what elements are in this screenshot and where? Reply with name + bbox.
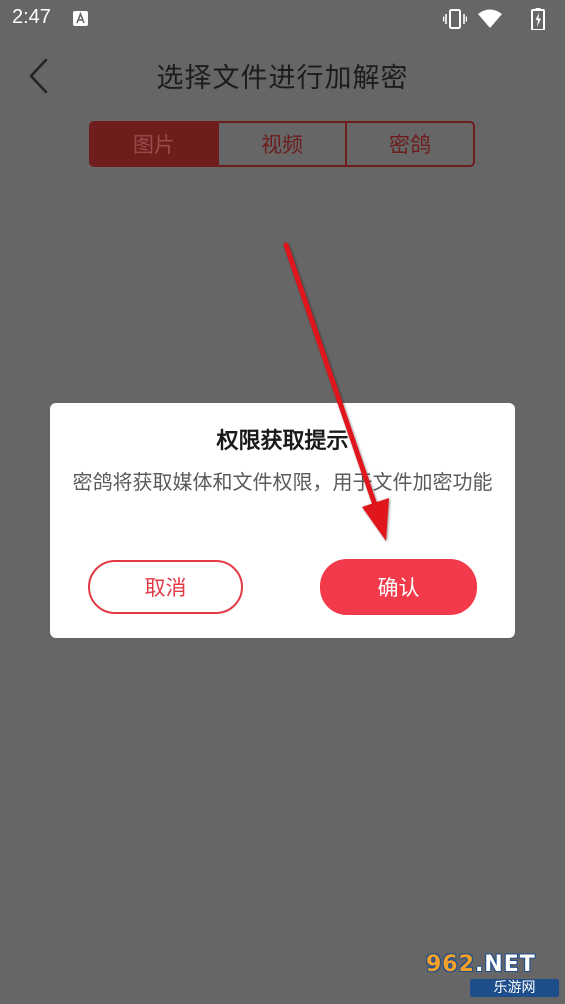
battery-icon: [531, 8, 545, 30]
site-watermark: 962.NET 乐游网: [426, 952, 559, 998]
status-bar: 2:47: [0, 0, 565, 38]
tab-migé[interactable]: 密鸽: [345, 123, 473, 165]
header: 选择文件进行加解密: [0, 38, 565, 114]
page-title: 选择文件进行加解密: [156, 63, 409, 94]
cancel-button[interactable]: 取消: [88, 560, 243, 614]
dialog-title: 权限获取提示: [216, 429, 349, 454]
watermark-logo: 962.NET: [426, 952, 536, 977]
vibrate-icon: [443, 9, 467, 29]
dialog-message: 密鸽将获取媒体和文件权限，用于文件加密功能: [72, 470, 493, 494]
tab-images[interactable]: 图片: [91, 123, 217, 165]
tab-videos[interactable]: 视频: [217, 123, 345, 165]
confirm-button[interactable]: 确认: [320, 559, 477, 615]
permission-dialog: 权限获取提示 密鸽将获取媒体和文件权限，用于文件加密功能 取消 确认: [50, 403, 515, 638]
watermark-text: 乐游网: [470, 979, 559, 997]
status-time: 2:47: [12, 6, 51, 28]
wifi-icon: [478, 9, 502, 28]
a-notification-icon: [73, 11, 88, 26]
media-type-tabs: 图片 视频 密鸽: [89, 121, 475, 167]
